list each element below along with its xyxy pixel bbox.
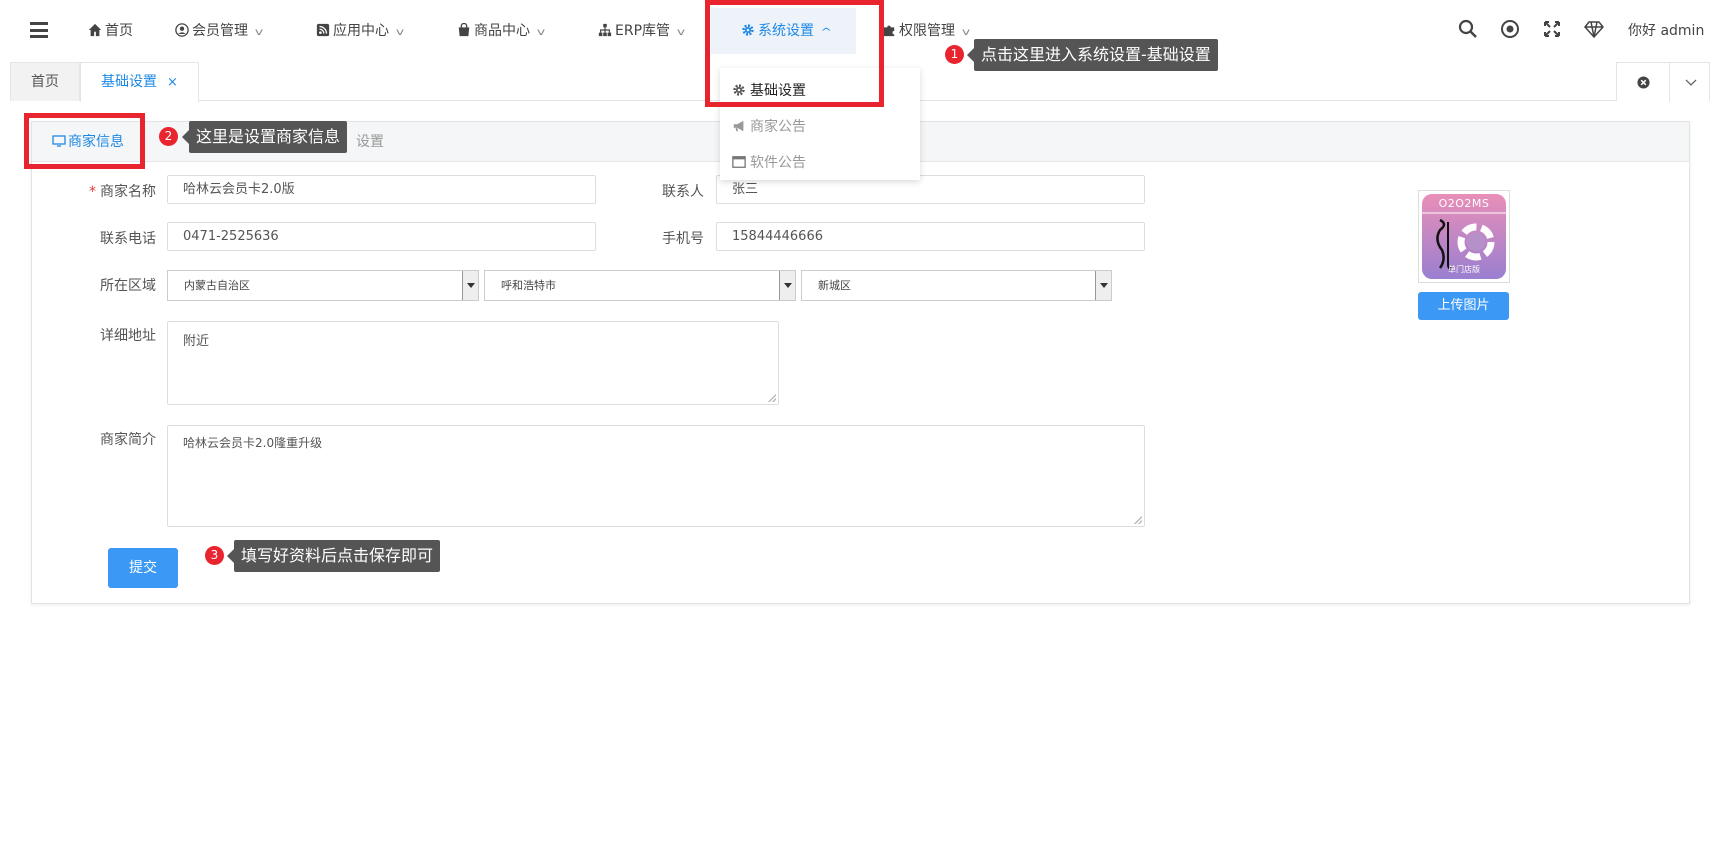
logo-bottom-text: 单门店版 [1448,265,1480,274]
city-value: 呼和浩特市 [501,279,556,292]
province-value: 内蒙古自治区 [184,279,250,292]
megaphone-icon [733,120,744,132]
sitemap-icon [598,23,612,37]
tab-home-label: 首页 [31,74,59,90]
nav-products[interactable]: 商品中心 v [457,8,546,54]
annotation-tip-2: 这里是设置商家信息 [181,121,348,153]
dropdown-arrow-icon [1095,271,1111,300]
province-select[interactable]: 内蒙古自治区 [167,270,479,301]
chevron-down-icon: v [536,27,546,38]
contact-label: 联系人 [662,184,704,200]
chevron-down-icon: v [254,27,264,38]
annotation-badge-1: 1 [945,45,964,64]
annotation-highlight-merchant-info [24,113,145,169]
chevron-down-icon[interactable] [1685,79,1697,87]
close-tab-icon[interactable]: × [167,75,178,90]
tab-home[interactable]: 首页 [10,62,80,101]
intro-textarea[interactable]: 哈林云会员卡2.0隆重升级 [167,425,1145,527]
district-value: 新城区 [818,279,851,292]
nav-members[interactable]: 会员管理 v [175,8,264,54]
menu-item-merchant-notice[interactable]: 商家公告 [732,116,806,136]
annotation-tip-1: 点击这里进入系统设置-基础设置 [967,39,1218,71]
menu-item-label: 商家公告 [750,119,806,135]
tab-basic-settings[interactable]: 基础设置 × [80,62,199,102]
tab-controls [1616,62,1710,102]
shopping-bag-icon [458,23,470,37]
subtab-other-settings[interactable]: 设置 [356,122,384,162]
merchant-name-label-text: 商家名称 [100,184,156,200]
search-icon[interactable] [1458,19,1478,39]
merchant-name-label: * 商家名称 [66,181,156,201]
menu-item-label: 软件公告 [750,155,806,171]
fullscreen-icon[interactable] [1542,19,1562,39]
merchant-name-input[interactable]: 哈林云会员卡2.0版 [167,175,596,204]
user-circle-icon [175,23,189,37]
phone-label: 联系电话 [100,231,156,247]
rss-icon [316,23,330,37]
nav-members-label: 会员管理 [192,23,248,39]
dropdown-arrow-icon [779,271,795,300]
chevron-down-icon: v [395,27,405,38]
mobile-label: 手机号 [662,231,704,247]
nav-erp[interactable]: ERP库管 v [598,8,686,54]
phone-input[interactable]: 0471-2525636 [167,222,596,251]
nav-home[interactable]: 首页 [88,8,133,54]
home-icon [88,23,102,37]
logo-top-text: O2O2MS [1438,197,1490,210]
target-icon[interactable] [1500,19,1520,39]
address-label: 详细地址 [100,328,156,344]
nav-permissions-label: 权限管理 [899,23,955,39]
chevron-down-icon: v [676,27,686,38]
annotation-highlight-system-settings [705,0,884,107]
submit-button[interactable]: 提交 [108,548,178,588]
menu-item-software-notice[interactable]: 软件公告 [732,152,806,172]
menu-toggle-icon[interactable] [30,22,48,38]
annotation-badge-2: 2 [159,127,178,146]
intro-value: 哈林云会员卡2.0隆重升级 [183,436,323,450]
address-value: 附近 [183,334,210,349]
region-label: 所在区域 [100,278,156,294]
nav-erp-label: ERP库管 [615,23,671,39]
city-select[interactable]: 呼和浩特市 [484,270,796,301]
subtab-other-label: 设置 [356,134,384,150]
mobile-input[interactable]: 15844446666 [716,222,1145,251]
resize-handle[interactable] [1134,516,1142,524]
dropdown-arrow-icon [462,271,478,300]
tab-basic-settings-label: 基础设置 [101,74,157,90]
close-circle-icon[interactable] [1637,76,1650,89]
intro-label: 商家简介 [100,432,156,448]
resize-handle[interactable] [768,394,776,402]
nav-apps[interactable]: 应用中心 v [316,8,405,54]
district-select[interactable]: 新城区 [801,270,1112,301]
diamond-icon[interactable] [1584,19,1604,39]
user-greeting[interactable]: 你好 admin [1628,20,1704,40]
nav-home-label: 首页 [105,23,133,39]
address-textarea[interactable]: 附近 [167,321,779,405]
annotation-tip-3: 填写好资料后点击保存即可 [226,540,441,572]
nav-products-label: 商品中心 [474,23,530,39]
merchant-logo: O2O2MS 单门店版 [1418,190,1510,283]
upload-image-button[interactable]: 上传图片 [1418,292,1509,320]
required-mark: * [89,184,96,200]
nav-apps-label: 应用中心 [333,23,389,39]
annotation-badge-3: 3 [205,546,224,565]
puzzle-icon [883,25,895,37]
window-icon [732,156,746,168]
